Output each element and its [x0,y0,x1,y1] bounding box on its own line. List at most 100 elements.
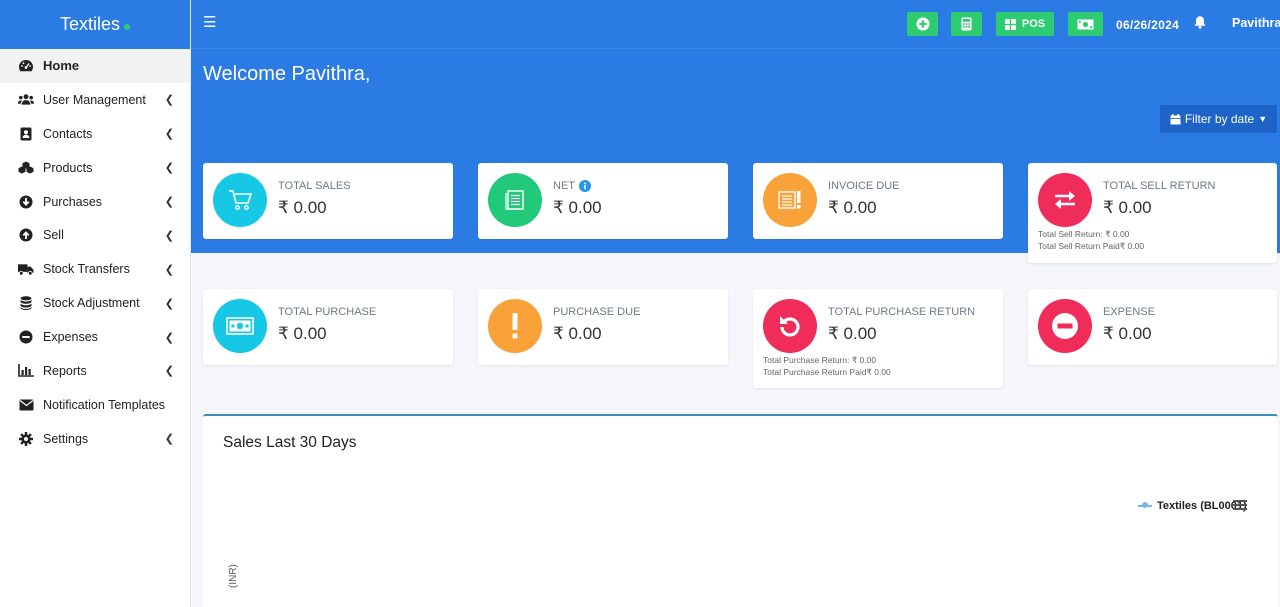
purchase-due-card: PURCHASE DUE ₹ 0.00 [478,289,728,365]
chevron-left-icon: ❮ [164,196,174,208]
pos-button[interactable]: POS [996,12,1054,36]
bell-icon[interactable] [1194,15,1206,34]
sidebar-item-contacts[interactable]: Contacts ❮ [0,117,190,151]
chevron-left-icon: ❮ [164,263,174,276]
chevron-left-icon: ❮ [164,297,174,310]
chevron-left-icon: ❮ [164,162,174,175]
total-sell-return-amount: Total Sell Return: ₹ 0.00 [1038,229,1130,239]
total-purchase-return-amount: Total Purchase Return: ₹ 0.00 [763,355,877,365]
minus-circle-icon [1038,299,1092,353]
sidebar-item-label: Purchases [43,194,103,209]
arrow-circle-up-icon [18,228,34,242]
users-icon [18,93,34,107]
invoice-exclamation-icon [763,173,817,227]
exclamation-icon [488,299,542,353]
sidebar-item-products[interactable]: Products ❮ [0,151,190,185]
filter-by-date-button[interactable]: Filter by date ▼ [1160,105,1277,133]
receipt-icon [488,173,542,227]
pos-button-label: POS [1021,18,1046,30]
sidebar-item-label: Sell [43,228,64,243]
invoice-due-card: INVOICE DUE ₹ 0.00 [753,163,1003,239]
sidebar-item-sell[interactable]: Sell ❮ [0,218,190,252]
calculator-icon [961,17,972,31]
total-purchase-card: TOTAL PURCHASE ₹ 0.00 [203,289,453,365]
sidebar-item-settings[interactable]: Settings ❮ [0,422,190,456]
chart-legend-item[interactable]: Textiles (BL0001) [1138,500,1247,512]
panel-title: Sales Last 30 Days [223,434,357,451]
sidebar-item-label: Products [43,160,93,175]
calendar-icon [1170,113,1181,124]
info-circle-icon[interactable] [579,180,591,192]
sidebar-item-label: Reports [43,363,87,378]
sidebar-item-stock-transfers[interactable]: Stock Transfers ❮ [0,252,190,286]
sales-last-30-days-panel: Sales Last 30 Days Textiles (BL0001) (IN… [203,414,1278,607]
sidebar-item-home[interactable]: Home [0,49,190,83]
user-menu[interactable]: Pavithra [1232,16,1280,30]
chart-context-menu-icon[interactable] [1233,498,1247,516]
shopping-cart-icon [213,173,267,227]
address-book-icon [18,127,34,141]
sidebar-item-reports[interactable]: Reports ❮ [0,354,190,388]
chevron-left-icon: ❮ [164,433,174,446]
exchange-icon [1038,173,1092,227]
sidebar-item-label: Settings [43,431,89,446]
total-purchase-return-label: TOTAL PURCHASE RETURN [828,306,976,318]
money-icon [1077,19,1094,29]
current-date: 06/26/2024 [1116,18,1180,32]
money-bill-icon [213,299,267,353]
total-sales-label: TOTAL SALES [278,180,351,192]
total-sales-card: TOTAL SALES ₹ 0.00 [203,163,453,239]
sidebar-item-notification-templates[interactable]: Notification Templates [0,388,190,422]
chevron-left-icon: ❮ [164,365,174,378]
purchase-due-label: PURCHASE DUE [553,306,641,318]
envelope-icon [18,398,34,412]
expense-card: EXPENSE ₹ 0.00 [1028,289,1277,365]
brand[interactable]: Textiles [0,0,190,49]
brand-name: Textiles [59,14,121,34]
total-purchase-value: ₹ 0.00 [278,324,327,343]
sidebar-item-label: Notification Templates [43,397,166,412]
net-value: ₹ 0.00 [553,198,602,217]
sidebar-item-label: Stock Transfers [43,262,130,277]
sidebar: Textiles Home User Management ❮ Contacts… [0,0,191,607]
undo-icon [763,299,817,353]
online-status-dot [124,23,131,30]
cash-register-button[interactable] [1068,12,1103,36]
cubes-icon [18,161,34,175]
total-sell-return-paid: Total Sell Return Paid₹ 0.00 [1038,241,1145,251]
invoice-due-value: ₹ 0.00 [828,198,877,217]
invoice-due-label: INVOICE DUE [828,180,900,192]
sidebar-item-label: Stock Adjustment [43,296,140,311]
sidebar-item-label: Expenses [43,330,98,345]
database-icon [18,296,34,311]
total-purchase-label: TOTAL PURCHASE [278,306,377,318]
expense-value: ₹ 0.00 [1103,324,1152,343]
th-large-icon [1004,18,1016,30]
legend-marker [1138,502,1152,508]
menu-toggle-icon[interactable]: ☰ [203,13,216,31]
caret-down-icon: ▼ [1258,114,1268,124]
bar-chart-icon [18,364,34,378]
calculator-button[interactable] [951,12,982,36]
sidebar-item-expenses[interactable]: Expenses ❮ [0,320,190,354]
chevron-left-icon: ❮ [164,229,174,242]
arrow-circle-down-icon [18,195,34,209]
sidebar-item-user-management[interactable]: User Management ❮ [0,83,190,117]
sidebar-item-purchases[interactable]: Purchases ❮ [0,185,190,219]
purchase-due-value: ₹ 0.00 [553,324,602,343]
y-axis-label: (INR) [228,564,239,588]
add-button[interactable] [907,12,938,36]
truck-icon [18,262,34,276]
sidebar-item-label: Home [43,58,80,74]
cog-icon [18,431,34,446]
net-label: NET [553,180,575,192]
total-purchase-return-card: TOTAL PURCHASE RETURN ₹ 0.00 Total Purch… [753,289,1003,388]
dashboard-icon [18,59,34,73]
welcome-heading: Welcome Pavithra, [203,63,371,85]
sidebar-item-label: Contacts [43,126,93,141]
net-card: NET ₹ 0.00 [478,163,728,239]
total-purchase-return-value: ₹ 0.00 [828,324,877,343]
chevron-left-icon: ❮ [164,94,174,107]
sidebar-item-stock-adjustment[interactable]: Stock Adjustment ❮ [0,286,190,320]
sidebar-menu: Home User Management ❮ Contacts ❮ Produc… [0,49,190,456]
